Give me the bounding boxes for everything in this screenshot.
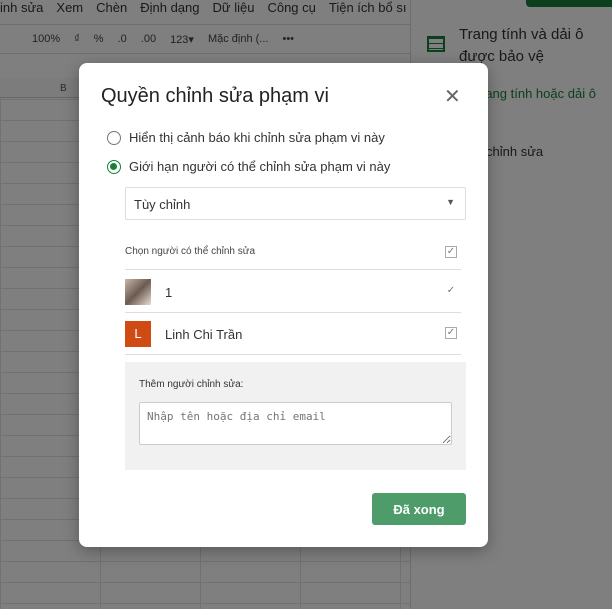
dialog-title: Quyền chỉnh sửa phạm vi	[101, 85, 329, 107]
range-permissions-dialog: Quyền chỉnh sửa phạm vi ✕ Hiển thị cảnh …	[79, 63, 488, 547]
radio-button-selected[interactable]	[107, 159, 121, 174]
editor-row: L Linh Chi Trần ✓	[125, 313, 461, 355]
avatar-initial: L	[125, 321, 151, 347]
select-all-checkbox[interactable]: ✓	[445, 246, 457, 258]
add-editors-section: Thêm người chỉnh sửa:	[125, 362, 466, 470]
editor-checkbox[interactable]: ✓	[445, 327, 457, 339]
radio-label: Giới hạn người có thể chỉnh sửa phạm vi …	[129, 159, 391, 174]
close-icon[interactable]: ✕	[444, 87, 461, 107]
editors-header-label: Chọn người có thể chỉnh sửa	[125, 246, 256, 257]
add-editors-input[interactable]	[139, 402, 452, 445]
add-editors-label: Thêm người chỉnh sửa:	[139, 379, 244, 390]
editor-checkbox[interactable]: ✓	[445, 285, 457, 297]
editor-name: Linh Chi Trần	[165, 327, 243, 342]
restrict-select[interactable]: Tùy chỉnh ▼	[125, 187, 466, 220]
radio-show-warning[interactable]: Hiển thị cảnh báo khi chỉnh sửa phạm vi …	[107, 130, 385, 145]
editors-header: Chọn người có thể chỉnh sửa ✓	[125, 238, 461, 270]
editor-row: 1 ✓	[125, 271, 461, 313]
done-button[interactable]: Đã xong	[372, 493, 466, 525]
select-value: Tùy chỉnh	[134, 197, 191, 212]
radio-button[interactable]	[107, 130, 121, 145]
avatar-photo	[125, 279, 151, 305]
editor-name: 1	[165, 285, 173, 300]
radio-label: Hiển thị cảnh báo khi chỉnh sửa phạm vi …	[129, 130, 385, 145]
radio-restrict-editors[interactable]: Giới hạn người có thể chỉnh sửa phạm vi …	[107, 159, 390, 174]
dropdown-arrow-icon: ▼	[446, 197, 455, 207]
